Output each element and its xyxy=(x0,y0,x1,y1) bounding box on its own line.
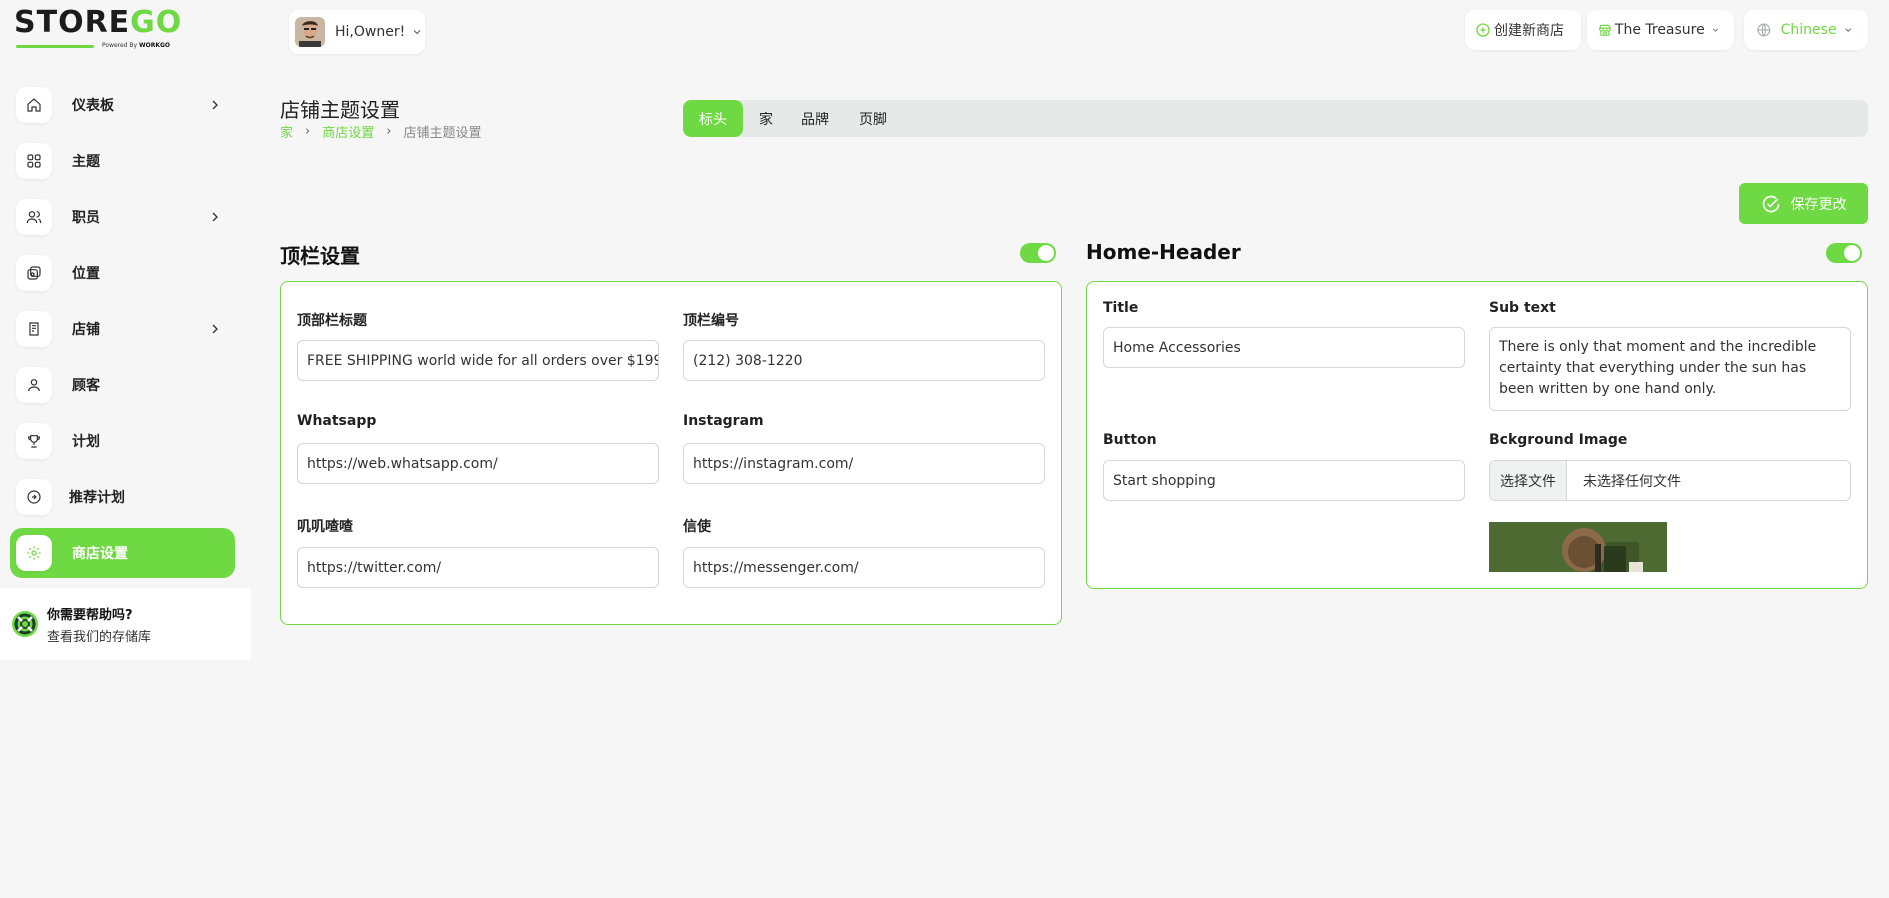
instagram-input[interactable]: https://instagram.com/ xyxy=(683,443,1045,484)
grid-icon xyxy=(27,154,41,168)
referral-icon xyxy=(27,490,41,504)
sidebar-item-label: 推荐计划 xyxy=(69,490,125,506)
background-image-label: Bckground Image xyxy=(1489,432,1628,448)
topbar-title-input[interactable]: FREE SHIPPING world wide for all orders … xyxy=(297,340,659,381)
breadcrumb-current: 店铺主题设置 xyxy=(403,126,482,141)
sidebar-item-label: 店铺 xyxy=(72,322,100,338)
home-header-card: Title Home Accessories Sub text There is… xyxy=(1086,281,1868,589)
plus-circle-icon xyxy=(1476,23,1490,37)
home-icon xyxy=(27,98,41,112)
topbar-number-label: 顶栏编号 xyxy=(683,313,739,329)
choose-file-button[interactable]: 选择文件 xyxy=(1490,461,1567,500)
sidebar-item-staff[interactable]: 职员 xyxy=(10,192,235,242)
chevron-down-icon xyxy=(1712,28,1718,32)
sidebar-item-store-settings[interactable]: 商店设置 xyxy=(10,528,235,578)
help-box[interactable]: 你需要帮助吗? 查看我们的存储库 xyxy=(0,588,251,660)
file-name: 未选择任何文件 xyxy=(1583,473,1681,490)
sidebar-item-label: 职员 xyxy=(72,210,100,226)
storego-logo[interactable]: STOREGO Powered By WORKGO xyxy=(14,8,184,52)
topbar-toggle[interactable] xyxy=(1020,243,1056,263)
location-icon xyxy=(27,266,41,280)
sidebar-item-location[interactable]: 位置 xyxy=(10,248,235,298)
chevron-right-icon xyxy=(212,100,218,110)
chevron-down-icon xyxy=(413,30,421,35)
user-greeting: Hi,Owner! xyxy=(335,24,406,40)
trophy-icon xyxy=(27,435,41,448)
whatsapp-input[interactable]: https://web.whatsapp.com/ xyxy=(297,443,659,484)
twitter-input[interactable]: https://twitter.com/ xyxy=(297,547,659,588)
messenger-input[interactable]: https://messenger.com/ xyxy=(683,547,1045,588)
sidebar-item-label: 商店设置 xyxy=(72,546,128,562)
sidebar-item-label: 位置 xyxy=(72,266,100,282)
sidebar-item-label: 计划 xyxy=(72,434,100,450)
sidebar-item-customers[interactable]: 顾客 xyxy=(10,360,235,410)
twitter-label: 叽叽喳喳 xyxy=(297,519,353,535)
save-button[interactable]: 保存更改 xyxy=(1739,183,1868,224)
topbar-settings-card: 顶部栏标题 FREE SHIPPING world wide for all o… xyxy=(280,281,1062,625)
background-image-preview xyxy=(1489,522,1667,572)
button-text-input[interactable]: Start shopping xyxy=(1103,460,1465,501)
help-subtitle: 查看我们的存储库 xyxy=(47,629,152,645)
page-title: 店铺主题设置 xyxy=(280,98,400,122)
theme-tabs: 标头 家 品牌 页脚 xyxy=(683,100,1868,137)
avatar xyxy=(295,17,325,47)
home-header-toggle[interactable] xyxy=(1826,243,1862,263)
subtext-textarea[interactable]: There is only that moment and the incred… xyxy=(1489,327,1851,411)
settings-icon xyxy=(27,546,41,560)
tab-footer[interactable]: 页脚 xyxy=(845,100,903,137)
breadcrumb-home[interactable]: 家 xyxy=(280,122,293,141)
user-icon xyxy=(28,379,40,392)
background-image-file-input[interactable]: 选择文件 未选择任何文件 xyxy=(1489,460,1851,501)
sidebar-item-plans[interactable]: 计划 xyxy=(10,416,235,466)
whatsapp-label: Whatsapp xyxy=(297,413,377,429)
lifebuoy-icon xyxy=(12,611,38,637)
sidebar-item-referral[interactable]: 推荐计划 xyxy=(10,472,235,522)
topbar-section-title: 顶栏设置 xyxy=(280,244,360,268)
sidebar-item-themes[interactable]: 主题 xyxy=(10,136,235,186)
topbar-number-input[interactable]: (212) 308-1220 xyxy=(683,340,1045,381)
chevron-right-icon: › xyxy=(305,124,311,139)
check-circle-icon xyxy=(1762,195,1779,212)
user-menu[interactable]: Hi,Owner! xyxy=(289,10,425,54)
topbar-title-label: 顶部栏标题 xyxy=(297,313,367,329)
chevron-right-icon xyxy=(212,324,218,334)
users-icon xyxy=(26,211,42,224)
store-front-icon xyxy=(1599,24,1611,36)
chevron-right-icon: › xyxy=(386,124,392,139)
create-store-button[interactable]: 创建新商店 xyxy=(1465,10,1581,50)
sidebar-item-store[interactable]: 店铺 xyxy=(10,304,235,354)
home-title-label: Title xyxy=(1103,300,1139,316)
tab-header[interactable]: 标头 xyxy=(683,100,743,137)
sidebar-item-label: 顾客 xyxy=(72,378,100,394)
globe-icon xyxy=(1757,23,1771,37)
help-title: 你需要帮助吗? xyxy=(47,607,133,623)
tab-home[interactable]: 家 xyxy=(743,100,787,137)
language-selector[interactable]: Chinese xyxy=(1744,10,1868,50)
sidebar-item-dashboard[interactable]: 仪表板 xyxy=(10,80,235,130)
sidebar-nav: 仪表板 主题 职员 位置 店铺 顾客 计划 推荐计划 商店设置 xyxy=(10,80,235,584)
breadcrumb-store-settings[interactable]: 商店设置 xyxy=(322,122,374,141)
subtext-label: Sub text xyxy=(1489,300,1556,316)
button-text-label: Button xyxy=(1103,432,1157,448)
home-header-section-title: Home-Header xyxy=(1086,240,1241,264)
chevron-right-icon xyxy=(212,212,218,222)
store-icon xyxy=(29,322,39,336)
breadcrumb: 家 › 商店设置 › 店铺主题设置 xyxy=(280,122,481,141)
tab-brand[interactable]: 品牌 xyxy=(787,100,845,137)
sidebar-item-label: 主题 xyxy=(72,154,100,170)
chevron-down-icon xyxy=(1844,28,1851,32)
sidebar: STOREGO Powered By WORKGO 仪表板 主题 职员 位置 店… xyxy=(0,0,251,898)
messenger-label: 信使 xyxy=(683,519,711,535)
store-selector[interactable]: The Treasure xyxy=(1587,10,1734,50)
sidebar-item-label: 仪表板 xyxy=(72,98,114,114)
instagram-label: Instagram xyxy=(683,413,764,429)
home-title-input[interactable]: Home Accessories xyxy=(1103,327,1465,368)
